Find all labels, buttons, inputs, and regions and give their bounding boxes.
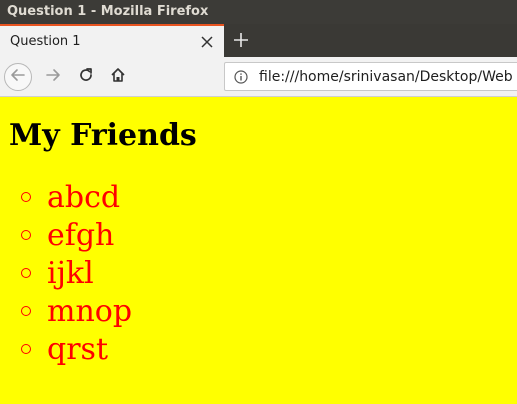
reload-icon [78,67,94,87]
info-icon[interactable] [234,69,248,84]
list-item: qrst [0,330,132,368]
tab-strip: Question 1 [0,24,517,57]
friend-name: efgh [47,217,115,253]
circle-bullet-icon [21,344,31,354]
friend-name: ijkl [47,255,94,291]
url-bar[interactable]: file:///home/srinivasan/Desktop/Web [224,62,517,91]
forward-arrow-icon [45,67,61,87]
friend-name: mnop [47,293,133,329]
home-icon [110,67,126,87]
window-title: Question 1 - Mozilla Firefox [7,4,209,19]
forward-button[interactable] [39,63,67,91]
navigation-toolbar: file:///home/srinivasan/Desktop/Web [0,57,517,97]
list-item: mnop [0,292,132,330]
circle-bullet-icon [21,268,31,278]
circle-bullet-icon [21,192,31,202]
friend-name: qrst [47,331,108,367]
window-titlebar: Question 1 - Mozilla Firefox [0,0,517,24]
page-content: My Friends abcd efgh ijkl mnop qrst [0,97,517,404]
back-button[interactable] [4,63,32,91]
tab-label: Question 1 [10,34,81,49]
list-item: efgh [0,216,132,254]
friends-list: abcd efgh ijkl mnop qrst [0,178,132,368]
tab-question-1[interactable]: Question 1 [0,24,224,57]
list-item: ijkl [0,254,132,292]
browser-window: Question 1 - Mozilla Firefox Question 1 [0,0,517,404]
page-title: My Friends [9,118,197,153]
back-arrow-icon [10,67,26,87]
friend-name: abcd [47,179,121,215]
circle-bullet-icon [21,230,31,240]
close-icon[interactable] [196,31,218,53]
home-button[interactable] [104,63,132,91]
reload-button[interactable] [72,63,100,91]
plus-icon[interactable] [228,27,254,53]
circle-bullet-icon [21,306,31,316]
list-item: abcd [0,178,132,216]
url-text: file:///home/srinivasan/Desktop/Web [259,68,513,85]
